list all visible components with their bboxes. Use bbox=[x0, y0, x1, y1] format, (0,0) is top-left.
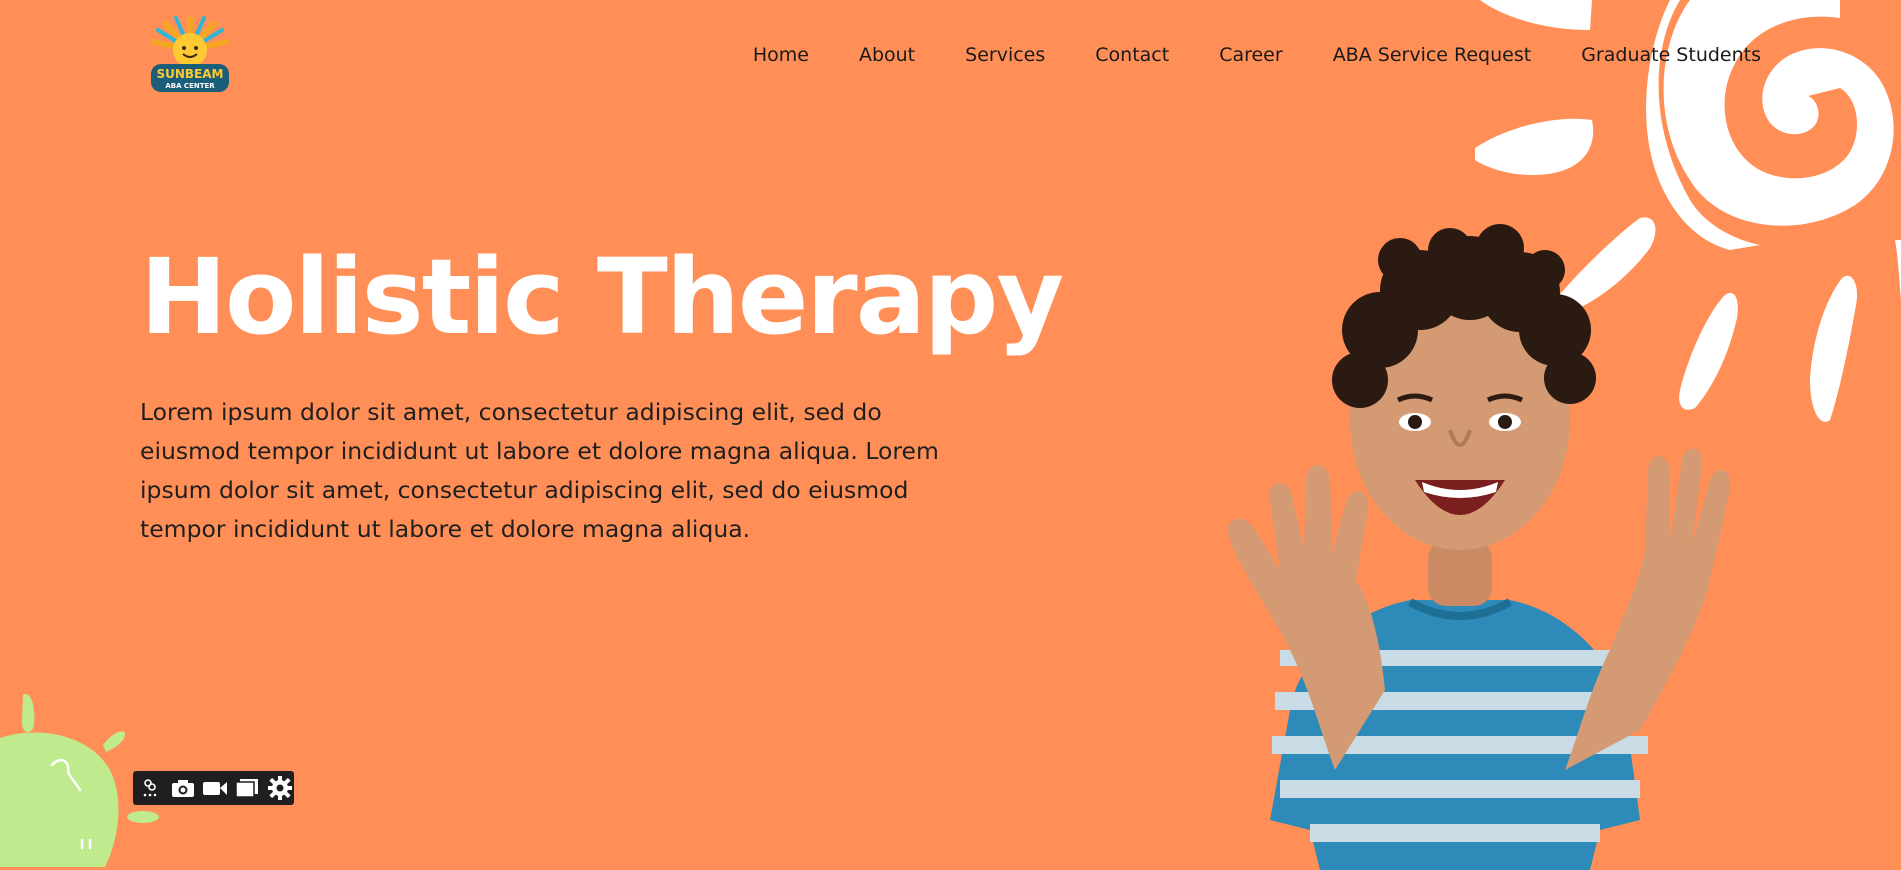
link-icon[interactable] bbox=[136, 773, 164, 803]
hero-title: Holistic Therapy bbox=[140, 236, 1064, 358]
video-icon[interactable] bbox=[201, 773, 229, 803]
sunbeam-logo[interactable]: SUNBEAM ABA CENTER bbox=[148, 14, 232, 94]
camera-icon[interactable] bbox=[168, 773, 196, 803]
nav-career[interactable]: Career bbox=[1219, 44, 1283, 66]
window-icon[interactable] bbox=[233, 773, 261, 803]
logo-sun-icon bbox=[151, 15, 229, 67]
logo-subtitle-text: ABA CENTER bbox=[165, 82, 215, 90]
main-nav: Home About Services Contact Career ABA S… bbox=[703, 44, 1761, 66]
nav-home[interactable]: Home bbox=[753, 44, 809, 66]
logo-brand-text: SUNBEAM bbox=[156, 67, 223, 81]
hero-description: Lorem ipsum dolor sit amet, consectetur … bbox=[140, 398, 939, 543]
nav-graduate-students[interactable]: Graduate Students bbox=[1581, 44, 1761, 66]
gear-icon[interactable] bbox=[266, 773, 294, 803]
hero-child-image bbox=[1228, 224, 1730, 870]
nav-contact[interactable]: Contact bbox=[1095, 44, 1169, 66]
nav-aba-service-request[interactable]: ABA Service Request bbox=[1333, 44, 1532, 66]
nav-services[interactable]: Services bbox=[965, 44, 1045, 66]
capture-toolbar bbox=[133, 771, 294, 805]
nav-about[interactable]: About bbox=[859, 44, 915, 66]
